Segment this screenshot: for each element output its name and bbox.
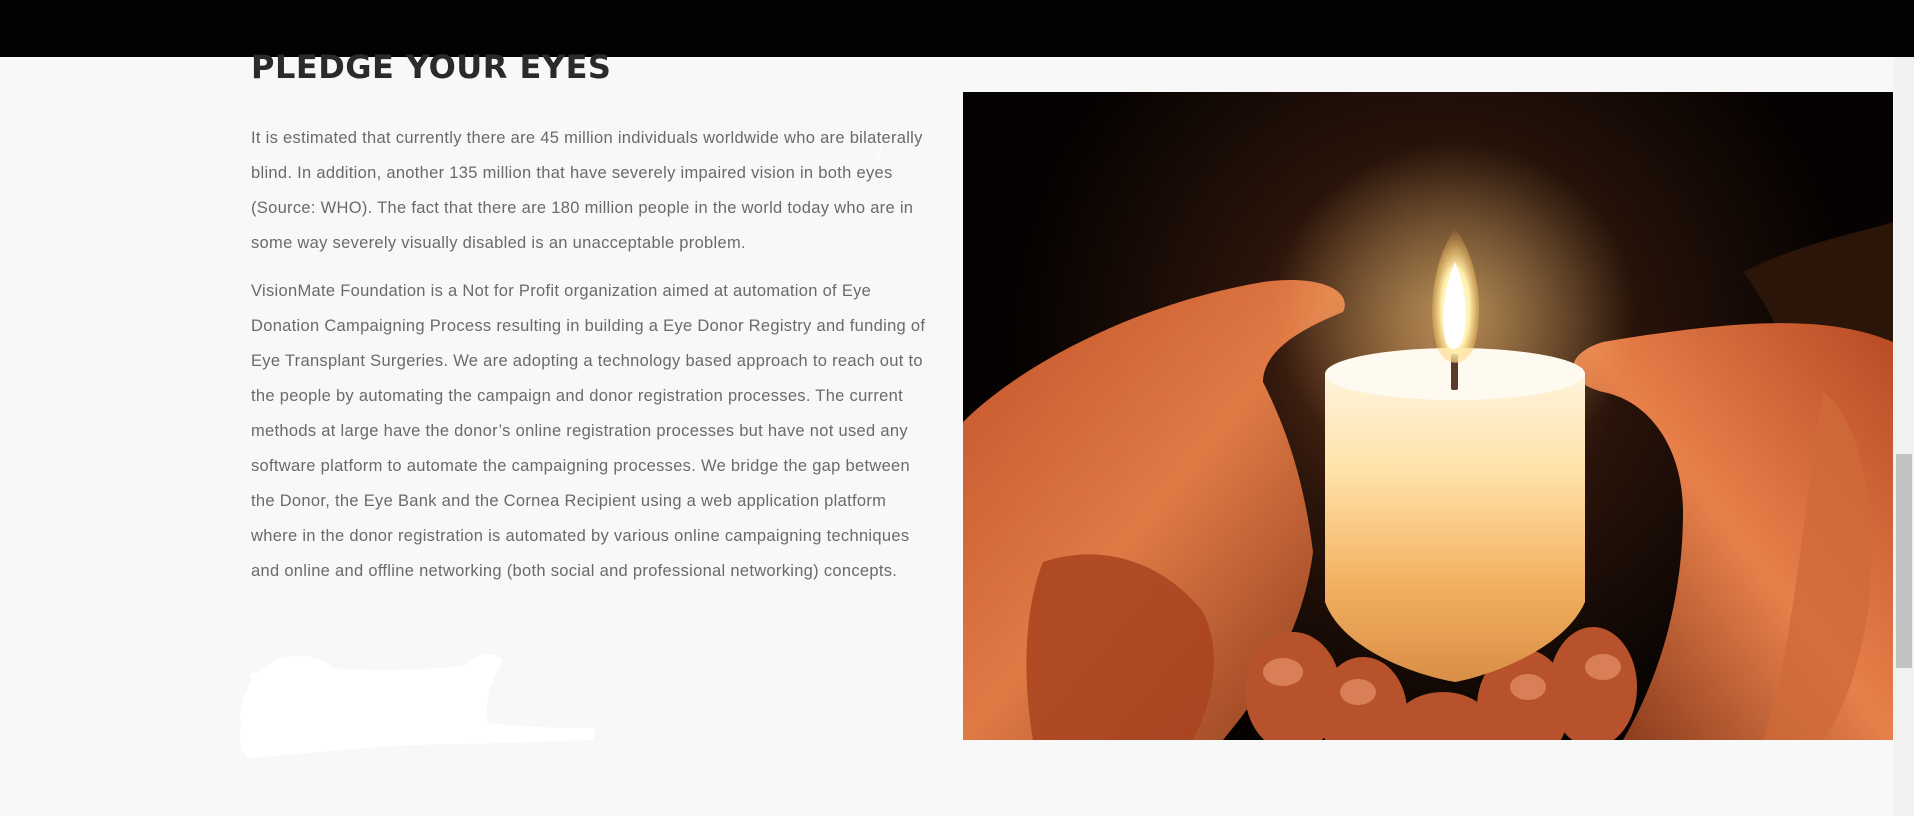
candle-in-hands-photo [963, 92, 1893, 740]
pledge-text-column: PLEDGE YOUR EYES It is estimated that cu… [251, 48, 931, 589]
signature-icon [239, 654, 596, 758]
foundation-paragraph: VisionMate Foundation is a Not for Profi… [251, 282, 926, 581]
intro-paragraph: It is estimated that currently there are… [251, 129, 923, 253]
scrollbar-track[interactable] [1894, 57, 1914, 816]
scrollbar-thumb[interactable] [1896, 454, 1912, 668]
section-heading: PLEDGE YOUR EYES [251, 48, 612, 86]
